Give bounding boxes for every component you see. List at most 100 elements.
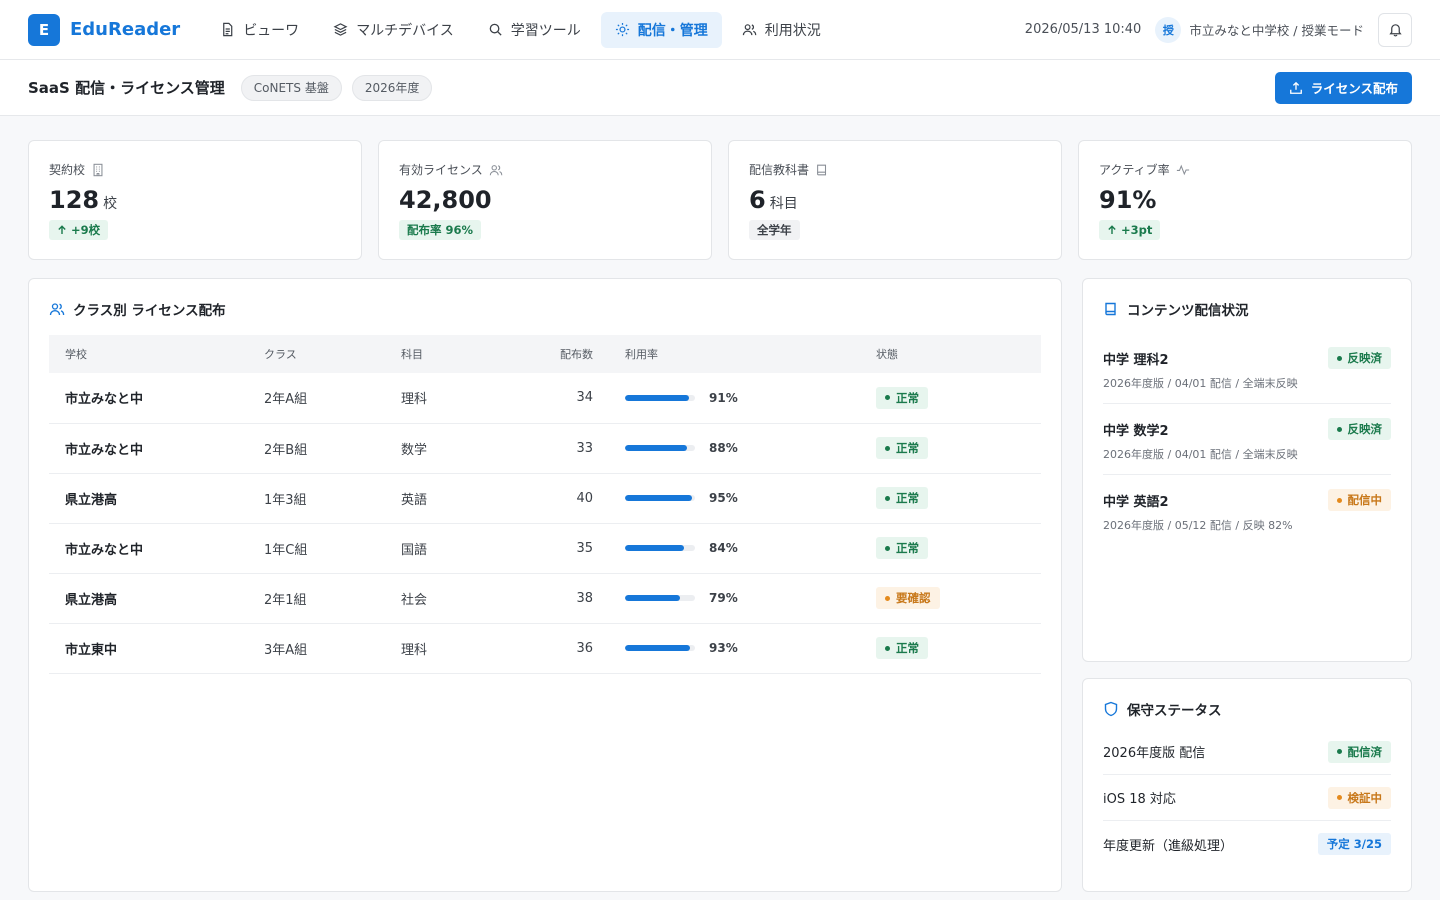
cell-school: 市立みなと中 xyxy=(49,523,248,574)
list-item[interactable]: 中学 英語2 配信中 2026年度版 / 05/12 配信 / 反映 82% xyxy=(1103,475,1391,545)
chip-year[interactable]: 2026年度 xyxy=(351,74,433,101)
arrow-up-icon xyxy=(58,225,66,234)
usage-percent: 91% xyxy=(709,390,738,405)
content-name: 中学 英語2 xyxy=(1103,494,1169,510)
usage-bar-fill xyxy=(625,645,691,651)
status-label: 配信済 xyxy=(1347,744,1383,759)
col-class[interactable]: クラス xyxy=(248,335,385,373)
col-subject[interactable]: 科目 xyxy=(385,335,505,373)
col-status[interactable]: 状態 xyxy=(860,335,1041,373)
stat-unit: 科目 xyxy=(769,196,798,212)
nav-item-usage[interactable]: 利用状況 xyxy=(728,12,835,48)
cell-count: 34 xyxy=(505,373,609,424)
stat-delta: +9校 xyxy=(49,220,109,240)
cell-class: 1年3組 xyxy=(248,473,385,524)
cell-status: 要確認 xyxy=(860,573,1041,624)
content-detail: 2026年度版 / 05/12 配信 / 反映 82% xyxy=(1103,519,1293,532)
list-item[interactable]: 中学 数学2 反映済 2026年度版 / 04/01 配信 / 全端末反映 xyxy=(1103,404,1391,475)
table-row[interactable]: 県立港高 2年1組 社会 38 79% 要確認 xyxy=(49,573,1041,624)
logo-mark: E xyxy=(28,13,60,46)
stat-value: 128 xyxy=(49,186,100,214)
notification-button[interactable] xyxy=(1378,12,1412,47)
school-mode[interactable]: 授 市立みなと中学校 / 授業モード xyxy=(1155,16,1364,43)
cell-status: 正常 xyxy=(860,473,1041,524)
status-label: 予定 3/25 xyxy=(1326,837,1382,851)
status-badge: 検証中 xyxy=(1327,786,1391,809)
sun-gear-icon xyxy=(615,22,629,37)
distribute-license-label: ライセンス配布 xyxy=(1310,82,1398,96)
status-label: 正常 xyxy=(896,641,919,655)
app-logo[interactable]: E EduReader xyxy=(28,13,181,46)
status-label: 正常 xyxy=(896,390,919,405)
status-dot xyxy=(885,395,890,401)
stat-value: 6 xyxy=(749,186,766,214)
usage-bar xyxy=(625,545,695,551)
cell-usage: 93% xyxy=(609,623,860,674)
status-label: 要確認 xyxy=(896,591,931,605)
status-label: 配信中 xyxy=(1347,493,1383,507)
stat-card-textbooks: 配信教科書 6 科目 全学年 xyxy=(728,140,1062,260)
distribute-license-button[interactable]: ライセンス配布 xyxy=(1274,71,1412,104)
stat-label: 有効ライセンス xyxy=(399,163,483,177)
status-dot xyxy=(885,645,890,651)
maintenance-name: 年度更新（進級処理） xyxy=(1103,838,1234,854)
usage-bar-fill xyxy=(625,445,687,451)
status-label: 反映済 xyxy=(1347,351,1383,365)
status-dot xyxy=(885,595,890,601)
current-datetime: 2026/05/13 10:40 xyxy=(1024,22,1142,37)
list-item[interactable]: 中学 理科2 反映済 2026年度版 / 04/01 配信 / 全端末反映 xyxy=(1103,333,1391,404)
cell-usage: 84% xyxy=(609,523,860,574)
users-icon xyxy=(489,164,503,175)
page-title: SaaS 配信・ライセンス管理 xyxy=(28,79,225,97)
stat-delta: +3pt xyxy=(1099,220,1161,240)
panel-title: 保守ステータス xyxy=(1127,703,1222,719)
bell-icon xyxy=(1388,24,1402,37)
content-status-panel: コンテンツ配信状況 中学 理科2 反映済 2026年度版 / 04/01 配信 / … xyxy=(1082,278,1412,662)
document-icon xyxy=(223,22,233,37)
table-row[interactable]: 市立東中 3年A組 理科 36 93% 正常 xyxy=(49,623,1041,674)
maintenance-name: 2026年度版 配信 xyxy=(1103,746,1206,761)
list-item[interactable]: iOS 18 対応 検証中 xyxy=(1103,775,1391,821)
cell-status: 正常 xyxy=(860,623,1041,674)
cell-count: 38 xyxy=(505,573,609,624)
col-usage[interactable]: 利用率 xyxy=(609,335,860,373)
col-count[interactable]: 配布数 xyxy=(505,335,609,373)
table-row[interactable]: 市立みなと中 2年A組 理科 34 91% 正常 xyxy=(49,373,1041,424)
panel-title: コンテンツ配信状況 xyxy=(1127,303,1249,319)
nav-item-learning-tools[interactable]: 学習ツール xyxy=(474,12,595,48)
top-right: 2026/05/13 10:40 授 市立みなと中学校 / 授業モード xyxy=(1024,12,1412,47)
nav-item-multidevice[interactable]: マルチデバイス xyxy=(319,12,468,48)
nav-item-viewer[interactable]: ビューワ xyxy=(206,12,313,48)
status-label: 正常 xyxy=(896,541,919,555)
cell-count: 36 xyxy=(505,623,609,674)
stat-tag: 配布率 96% xyxy=(399,220,482,240)
list-item[interactable]: 年度更新（進級処理） 予定 3/25 xyxy=(1103,821,1391,867)
usage-bar-fill xyxy=(625,595,681,601)
search-icon xyxy=(489,23,502,36)
status-dot xyxy=(1336,749,1342,754)
status-dot xyxy=(1336,426,1342,432)
users-icon xyxy=(49,303,65,316)
list-item[interactable]: 2026年度版 配信 配信済 xyxy=(1103,729,1391,775)
mode-badge: 授 xyxy=(1155,16,1182,43)
cell-subject: 数学 xyxy=(385,423,505,474)
table-header-row: 学校 クラス 科目 配布数 利用率 状態 xyxy=(49,335,1041,373)
table-row[interactable]: 市立みなと中 2年B組 数学 33 88% 正常 xyxy=(49,423,1041,474)
table-row[interactable]: 県立港高 1年3組 英語 40 95% 正常 xyxy=(49,473,1041,524)
activity-icon xyxy=(1176,164,1189,175)
status-dot xyxy=(1336,795,1342,800)
top-bar: E EduReader ビューワ マルチデバイス 学習ツール 配信・管理 利用状… xyxy=(0,0,1440,60)
chip-platform[interactable]: CoNETS 基盤 xyxy=(240,74,342,101)
cell-class: 2年B組 xyxy=(248,423,385,474)
nav-item-distribution[interactable]: 配信・管理 xyxy=(600,11,722,48)
cell-usage: 91% xyxy=(609,373,860,424)
book-icon xyxy=(817,164,827,175)
status-badge: 正常 xyxy=(876,386,928,409)
cell-class: 2年A組 xyxy=(248,373,385,424)
stat-unit: 校 xyxy=(103,196,118,212)
usage-bar xyxy=(625,645,695,651)
app-name: EduReader xyxy=(70,19,181,40)
main-nav: ビューワ マルチデバイス 学習ツール 配信・管理 利用状況 xyxy=(206,11,835,48)
col-school[interactable]: 学校 xyxy=(49,335,248,373)
table-row[interactable]: 市立みなと中 1年C組 国語 35 84% 正常 xyxy=(49,523,1041,574)
